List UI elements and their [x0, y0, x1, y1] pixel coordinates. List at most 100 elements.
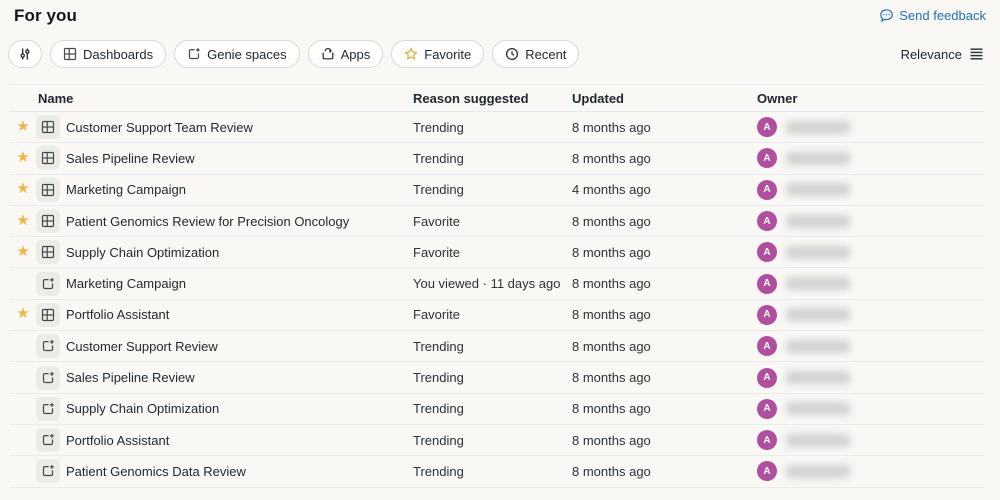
owner-avatar: A	[757, 273, 777, 294]
genie-space-icon	[36, 334, 60, 359]
owner-avatar: A	[757, 148, 777, 169]
reason-suggested: Trending	[413, 150, 464, 166]
filter-pill-label: Dashboards	[83, 46, 154, 62]
updated-time: 8 months ago	[572, 307, 651, 323]
table-row[interactable]: ★ Sales Pipeline Review Trending 8 months a…	[10, 143, 985, 175]
item-name[interactable]: Patient Genomics Data Review	[64, 464, 413, 479]
reason-suggested: Favorite	[413, 244, 460, 260]
sort-list-icon	[969, 47, 984, 61]
apps-icon	[321, 47, 335, 61]
owner-name-redacted	[786, 433, 850, 447]
topbar: For you Send feedback	[0, 0, 1000, 26]
owner-avatar: A	[757, 304, 777, 325]
filter-pill-label: Genie spaces	[207, 46, 287, 62]
owner-name-redacted	[786, 183, 850, 197]
star-outline-icon	[404, 47, 418, 61]
item-name[interactable]: Customer Support Team Review	[64, 120, 413, 135]
updated-time: 8 months ago	[572, 370, 651, 386]
updated-time: 8 months ago	[572, 119, 651, 135]
sort-control[interactable]: Relevance	[901, 47, 984, 62]
genie-space-icon	[36, 428, 60, 453]
item-name[interactable]: Patient Genomics Review for Precision On…	[64, 214, 413, 229]
favorite-star-icon[interactable]: ★	[16, 306, 29, 321]
updated-time: 8 months ago	[572, 213, 651, 229]
table-row[interactable]: Patient Genomics Data Review Trending 8 mo…	[10, 456, 985, 488]
owner-avatar: A	[757, 367, 777, 388]
reason-suggested: Favorite	[413, 213, 460, 229]
for-you-table: Name Reason suggested Updated Owner ★ Cus…	[10, 84, 985, 488]
table-row[interactable]: Sales Pipeline Review Trending 8 months ag…	[10, 362, 985, 394]
feedback-bubble-icon	[879, 8, 894, 23]
updated-time: 8 months ago	[572, 276, 651, 292]
favorite-star-icon[interactable]: ★	[16, 119, 29, 134]
item-name[interactable]: Sales Pipeline Review	[64, 151, 413, 166]
owner-name-redacted	[786, 151, 850, 165]
dashboard-icon	[36, 209, 60, 234]
item-name[interactable]: Portfolio Assistant	[64, 307, 413, 322]
filter-pill-genie[interactable]: Genie spaces	[174, 40, 300, 68]
updated-time: 8 months ago	[572, 432, 651, 448]
table-row[interactable]: Supply Chain Optimization Trending 8 month…	[10, 394, 985, 425]
item-name[interactable]: Customer Support Review	[64, 339, 413, 354]
favorite-star-icon[interactable]: ★	[16, 213, 29, 228]
owner-avatar: A	[757, 117, 777, 138]
table-row[interactable]: ★ Patient Genomics Review for Precision O…	[10, 206, 985, 238]
owner-name-redacted	[786, 277, 850, 291]
send-feedback-label: Send feedback	[899, 8, 986, 23]
table-row[interactable]: Customer Support Review Trending 8 months …	[10, 331, 985, 363]
owner-avatar: A	[757, 211, 777, 232]
reason-suggested: Trending	[413, 119, 464, 135]
table-row[interactable]: ★ Portfolio Assistant Favorite 8 months ago…	[10, 300, 985, 332]
reason-suggested: You viewed · 11 days ago	[413, 276, 561, 292]
item-name[interactable]: Sales Pipeline Review	[64, 370, 413, 385]
owner-avatar: A	[757, 461, 777, 482]
table-row[interactable]: ★ Customer Support Team Review Trending 8 m…	[10, 112, 985, 144]
filter-pill-dashboards[interactable]: Dashboards	[50, 40, 167, 68]
item-name[interactable]: Supply Chain Optimization	[64, 245, 413, 260]
owner-name-redacted	[786, 308, 850, 322]
table-row[interactable]: ★ Supply Chain Optimization Favorite 8 mont…	[10, 237, 985, 269]
filter-pill-label: Apps	[340, 46, 371, 62]
table-row[interactable]: ★ Marketing Campaign Trending 4 months ago A	[10, 175, 985, 206]
filter-pill-apps[interactable]: Apps	[307, 40, 384, 68]
genie-space-icon	[187, 47, 201, 61]
column-header-updated[interactable]: Updated	[572, 91, 757, 106]
owner-name-redacted	[786, 120, 850, 134]
favorite-star-icon[interactable]: ★	[16, 244, 29, 259]
item-name[interactable]: Supply Chain Optimization	[64, 401, 413, 416]
filter-pill-label: Recent	[525, 46, 567, 62]
send-feedback-link[interactable]: Send feedback	[879, 8, 986, 23]
owner-avatar: A	[757, 242, 777, 263]
dashboard-icon	[63, 47, 77, 61]
filter-pill-label: Favorite	[424, 46, 472, 62]
item-name[interactable]: Marketing Campaign	[64, 182, 413, 197]
genie-space-icon	[36, 271, 60, 296]
dashboard-icon	[36, 240, 60, 265]
reason-suggested: Trending	[413, 370, 464, 386]
updated-time: 8 months ago	[572, 150, 651, 166]
item-name[interactable]: Portfolio Assistant	[64, 433, 413, 448]
clock-icon	[505, 47, 519, 61]
owner-name-redacted	[786, 214, 850, 228]
column-header-reason[interactable]: Reason suggested	[413, 91, 572, 106]
filter-pill-recent[interactable]: Recent	[492, 40, 580, 68]
table-row[interactable]: Marketing Campaign You viewed · 11 days a…	[10, 268, 985, 300]
column-header-owner[interactable]: Owner	[757, 91, 985, 106]
genie-space-icon	[36, 459, 60, 484]
table-row[interactable]: Portfolio Assistant Trending 8 months ago A	[10, 425, 985, 457]
column-header-name[interactable]: Name	[36, 91, 413, 106]
owner-name-redacted	[786, 371, 850, 385]
filter-pill-filter[interactable]	[8, 40, 42, 68]
favorite-star-icon[interactable]: ★	[16, 181, 29, 196]
filter-pill-favorite[interactable]: Favorite	[391, 40, 485, 68]
updated-time: 8 months ago	[572, 463, 651, 479]
favorite-star-icon[interactable]: ★	[16, 150, 29, 165]
item-name[interactable]: Marketing Campaign	[64, 276, 413, 291]
updated-time: 4 months ago	[572, 182, 651, 198]
owner-avatar: A	[757, 430, 777, 451]
filter-sliders-icon	[18, 47, 32, 61]
owner-name-redacted	[786, 402, 850, 416]
filter-pills: Dashboards Genie spaces Apps Favorite Recent	[8, 40, 580, 68]
owner-avatar: A	[757, 179, 777, 200]
table-header-row: Name Reason suggested Updated Owner	[10, 84, 985, 112]
